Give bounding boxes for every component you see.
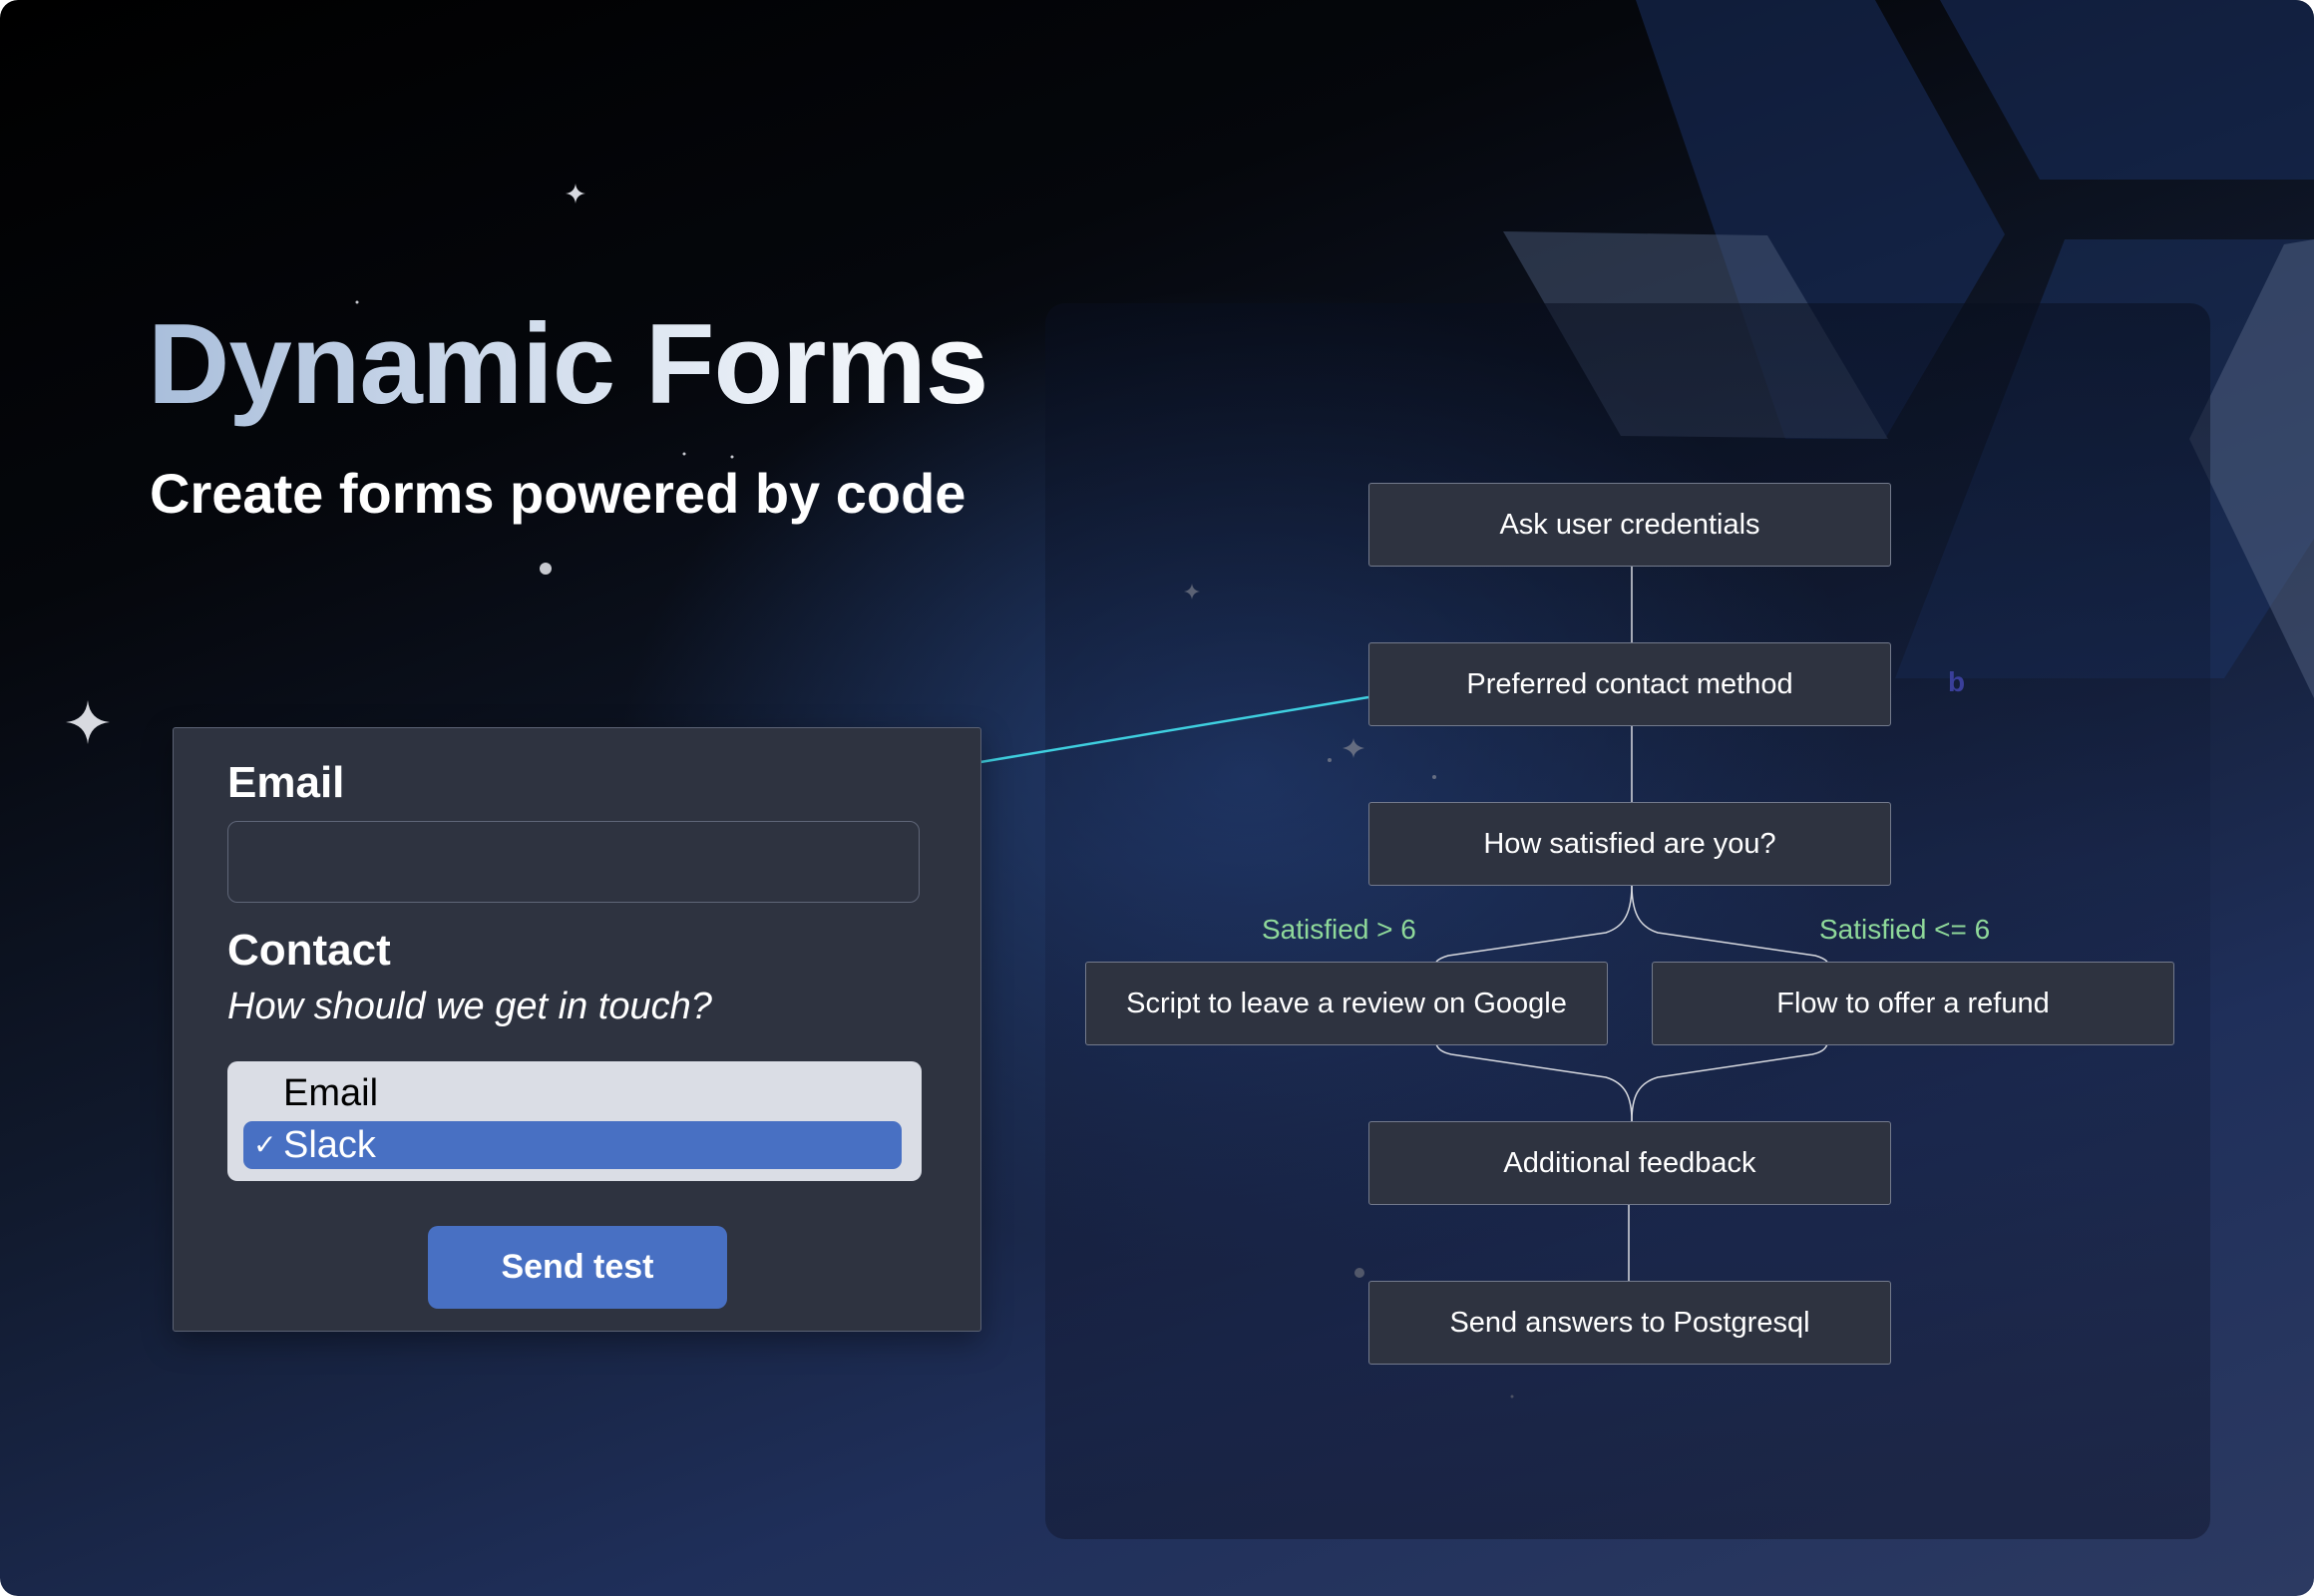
- star-icon: [566, 184, 585, 203]
- deco-shape: [1940, 0, 2314, 180]
- option-label: Email: [283, 1072, 379, 1114]
- contact-select[interactable]: Email ✓ Slack: [227, 1061, 922, 1181]
- form-preview-panel: Email Contact How should we get in touch…: [173, 727, 981, 1332]
- contact-option-slack[interactable]: ✓ Slack: [243, 1121, 902, 1169]
- flow-node-google-review[interactable]: Script to leave a review on Google: [1085, 962, 1608, 1045]
- email-input[interactable]: [227, 821, 920, 903]
- checkmark-icon: ✓: [253, 1129, 277, 1160]
- contact-label: Contact: [227, 926, 391, 975]
- star-dot: [540, 563, 552, 575]
- email-label: Email: [227, 758, 345, 807]
- branch-label-satisfied-high: Satisfied > 6: [1262, 914, 1416, 945]
- send-test-button[interactable]: Send test: [428, 1226, 727, 1309]
- page-title: Dynamic Forms: [148, 301, 988, 428]
- flow-node-ask-credentials[interactable]: Ask user credentials: [1368, 483, 1891, 567]
- page-background: Dynamic Forms Create forms powered by co…: [0, 0, 2314, 1596]
- contact-hint: How should we get in touch?: [227, 986, 712, 1027]
- star-icon: [66, 700, 110, 744]
- stray-letter: b: [1948, 666, 1966, 697]
- star-dot: [730, 455, 734, 459]
- option-label: Slack: [283, 1124, 376, 1166]
- flow-node-refund[interactable]: Flow to offer a refund: [1652, 962, 2174, 1045]
- star-dot: [682, 452, 686, 456]
- branch-label-satisfied-low: Satisfied <= 6: [1819, 914, 1991, 945]
- flow-node-send-postgresql[interactable]: Send answers to Postgresql: [1368, 1281, 1891, 1365]
- flow-node-preferred-contact[interactable]: Preferred contact method: [1368, 642, 1891, 726]
- contact-option-email[interactable]: Email: [243, 1069, 902, 1117]
- page-subtitle: Create forms powered by code: [150, 462, 966, 525]
- flow-node-satisfaction[interactable]: How satisfied are you?: [1368, 802, 1891, 886]
- flow-node-additional-feedback[interactable]: Additional feedback: [1368, 1121, 1891, 1205]
